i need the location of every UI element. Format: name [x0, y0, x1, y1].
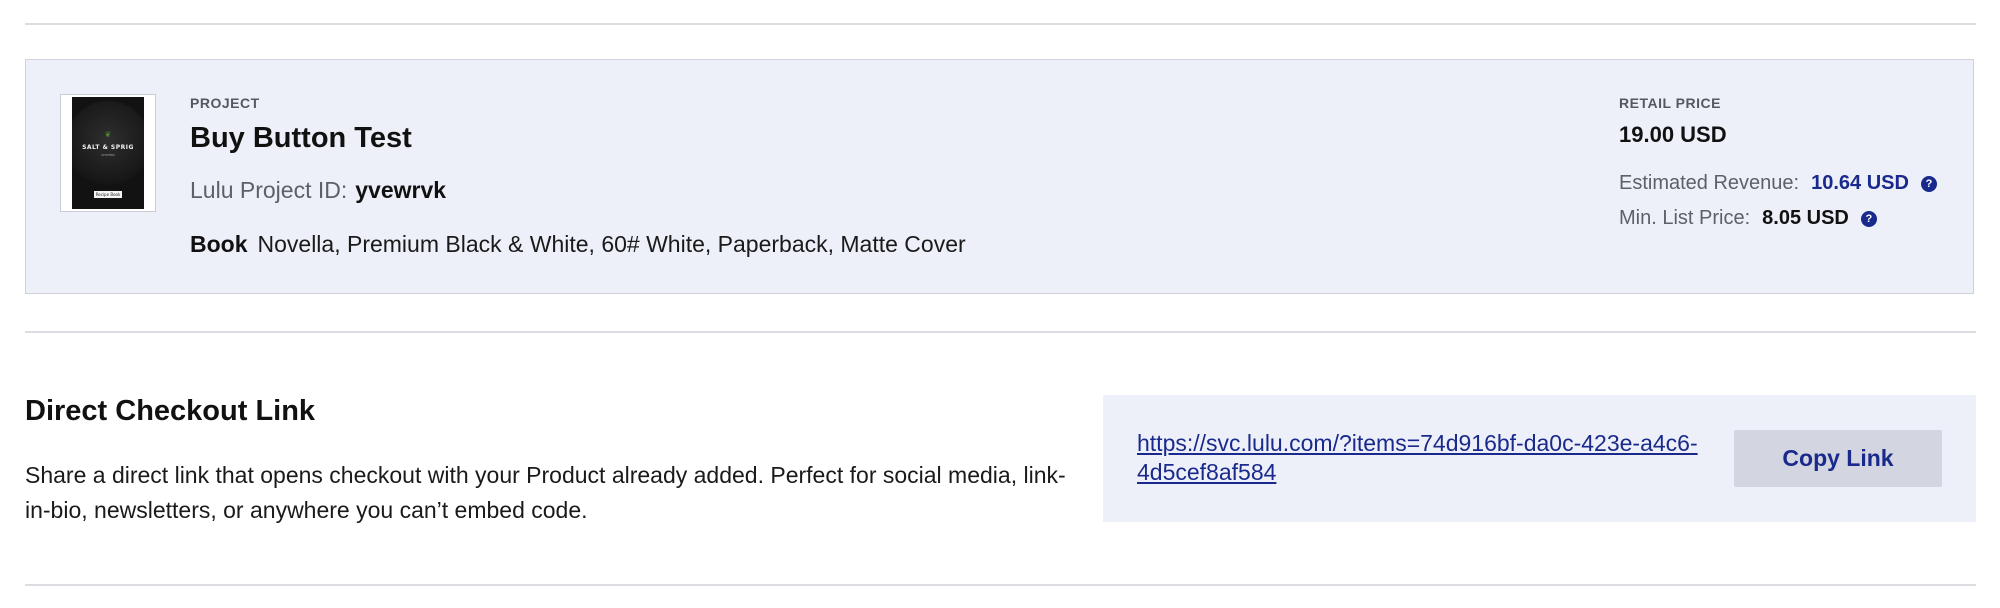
min-list-price-label: Min. List Price:: [1619, 207, 1751, 229]
cover-label: Recipe Book: [94, 191, 122, 198]
checkout-section-title: Direct Checkout Link: [25, 395, 316, 427]
herb-graphic: ❦: [104, 130, 112, 139]
retail-price-eyebrow: RETAIL PRICE: [1619, 95, 1721, 111]
product-specs: Novella, Premium Black & White, 60# Whit…: [257, 231, 966, 257]
checkout-link[interactable]: https://svc.lulu.com/?items=74d916bf-da0…: [1137, 429, 1699, 487]
product-type: Book: [190, 231, 248, 257]
product-spec-row: Book Novella, Premium Black & White, 60# …: [190, 231, 966, 258]
project-id-row: Lulu Project ID: yvewrvk: [190, 177, 446, 204]
min-list-price-value: 8.05 USD: [1762, 207, 1849, 229]
cover-subtitle: KITCHEN: [101, 153, 115, 157]
bottom-divider: [25, 584, 1976, 586]
retail-price-value: 19.00 USD: [1619, 122, 1727, 147]
estimated-revenue-label: Estimated Revenue:: [1619, 172, 1800, 194]
checkout-section-description: Share a direct link that opens checkout …: [25, 462, 1066, 523]
project-eyebrow: PROJECT: [190, 95, 260, 111]
estimated-revenue-row: Estimated Revenue: 10.64 USD ?: [1619, 172, 1937, 195]
book-cover-image: ❦ SALT & SPRIG KITCHEN Recipe Book: [72, 97, 144, 209]
project-title: Buy Button Test: [190, 122, 412, 154]
revenue-help-icon[interactable]: ?: [1920, 175, 1937, 192]
cover-title: SALT & SPRIG: [82, 144, 134, 151]
min-price-help-icon[interactable]: ?: [1860, 210, 1877, 227]
top-divider: [25, 23, 1976, 25]
middle-divider: [25, 331, 1976, 333]
project-id-label: Lulu Project ID:: [190, 177, 348, 203]
min-list-price-row: Min. List Price: 8.05 USD ?: [1619, 207, 1877, 230]
book-cover-thumbnail[interactable]: ❦ SALT & SPRIG KITCHEN Recipe Book: [60, 94, 156, 212]
estimated-revenue-value: 10.64 USD: [1811, 172, 1909, 194]
plate-graphic: [72, 101, 144, 185]
copy-link-button[interactable]: Copy Link: [1734, 430, 1942, 487]
project-id-value: yvewrvk: [355, 177, 447, 203]
